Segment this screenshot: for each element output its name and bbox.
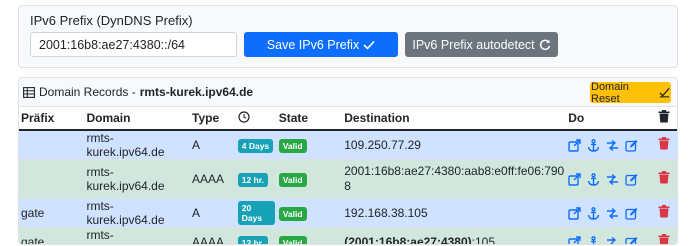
records-header: Domain Records - rmts-kurek.ipv64.de Dom… xyxy=(19,78,677,107)
share-icon[interactable] xyxy=(606,173,619,186)
save-prefix-label: Save IPv6 Prefix xyxy=(266,37,360,52)
row-destination: (2001:16b8:ae27:4380):105 xyxy=(342,227,567,245)
edit-icon[interactable] xyxy=(625,207,638,220)
state-badge: Valid xyxy=(278,138,307,153)
clock-icon xyxy=(238,110,250,123)
table-row: rmts-kurek.ipv64.de AAAA 12 hr. Valid 20… xyxy=(19,159,677,199)
state-badge: Valid xyxy=(278,172,307,187)
row-actions xyxy=(568,235,654,244)
row-destination: 109.250.77.29 xyxy=(342,129,567,160)
table-row: gate rmts-kurek.ipv64.de A 20 Days Valid… xyxy=(19,198,677,228)
autodetect-prefix-label: IPv6 Prefix autodetect xyxy=(412,37,535,52)
records-title: Domain Records - rmts-kurek.ipv64.de xyxy=(23,85,253,99)
records-title-prefix: Domain Records - xyxy=(39,85,136,99)
external-link-icon[interactable] xyxy=(568,172,581,186)
anchor-icon[interactable] xyxy=(587,138,600,152)
state-badge: Valid xyxy=(278,235,307,244)
table-header-row: Präfix Domain Type State Destination Do xyxy=(19,107,677,131)
row-prefix: gate xyxy=(19,227,85,244)
col-type: Type xyxy=(190,107,236,131)
delete-button[interactable] xyxy=(658,171,670,187)
table-row: gate rmts-kurek.ipv64.de AAAA 12 hr. Val… xyxy=(19,227,677,245)
trash-icon xyxy=(658,234,670,244)
check-icon xyxy=(363,40,375,50)
row-actions xyxy=(568,206,654,220)
row-type: AAAA xyxy=(190,159,236,199)
prefix-card: IPv6 Prefix (DynDNS Prefix) Save IPv6 Pr… xyxy=(18,5,678,68)
share-icon[interactable] xyxy=(606,236,619,244)
table-row: rmts-kurek.ipv64.de A 4 Days Valid 109.2… xyxy=(19,129,677,160)
row-prefix: gate xyxy=(19,198,85,228)
ttl-badge: 12 hr. xyxy=(237,172,268,187)
row-domain: rmts-kurek.ipv64.de xyxy=(84,159,190,199)
col-domain: Domain xyxy=(84,107,190,131)
save-prefix-button[interactable]: Save IPv6 Prefix xyxy=(244,32,398,57)
col-ttl xyxy=(235,107,277,131)
trash-icon xyxy=(658,110,670,123)
row-prefix xyxy=(19,129,85,160)
trash-icon xyxy=(658,171,670,184)
delete-button[interactable] xyxy=(658,234,670,244)
refresh-icon xyxy=(539,39,550,50)
row-destination: 2001:16b8:ae27:4380:aab8:e0ff:fe06:790 8 xyxy=(342,159,567,199)
col-prefix: Präfix xyxy=(19,107,85,131)
domain-records-card: Domain Records - rmts-kurek.ipv64.de Dom… xyxy=(18,77,678,245)
row-domain: rmts-kurek.ipv64.de xyxy=(84,198,190,228)
row-actions xyxy=(568,172,654,186)
destination-line-1: 2001:16b8:ae27:4380:aab8:e0ff:fe06:790 xyxy=(344,164,565,178)
row-type: A xyxy=(190,198,236,228)
ttl-badge: 4 Days xyxy=(237,138,274,153)
ttl-badge: 12 hr. xyxy=(237,235,268,244)
row-domain: rmts-kurek.ipv64.de xyxy=(84,129,190,160)
external-link-icon[interactable] xyxy=(568,206,581,220)
trash-icon xyxy=(658,137,670,150)
anchor-icon[interactable] xyxy=(587,206,600,220)
row-prefix xyxy=(19,159,85,199)
col-state: State xyxy=(276,107,343,131)
col-delete xyxy=(656,107,677,131)
anchor-icon[interactable] xyxy=(587,172,600,186)
prefix-input[interactable] xyxy=(30,32,237,57)
row-type: A xyxy=(190,129,236,160)
domain-reset-label: Domain Reset xyxy=(591,80,629,105)
col-do: Do xyxy=(566,107,657,131)
col-destination: Destination xyxy=(342,107,567,131)
row-destination: 192.168.38.105 xyxy=(342,198,567,228)
table-icon xyxy=(23,86,35,98)
trash-icon xyxy=(658,205,670,218)
destination-line-2: 8 xyxy=(344,179,351,193)
state-badge: Valid xyxy=(278,206,307,221)
share-icon[interactable] xyxy=(606,139,619,152)
autodetect-prefix-button[interactable]: IPv6 Prefix autodetect xyxy=(405,32,558,57)
ttl-badge: 20 Days xyxy=(237,201,275,225)
records-title-domain: rmts-kurek.ipv64.de xyxy=(139,85,254,99)
destination-prefix-part: (2001:16b8:ae27:4380) xyxy=(344,235,472,245)
delete-button[interactable] xyxy=(658,205,670,221)
row-actions xyxy=(568,138,654,152)
external-link-icon[interactable] xyxy=(568,235,581,244)
external-link-icon[interactable] xyxy=(568,138,581,152)
edit-icon[interactable] xyxy=(625,236,638,244)
reset-icon xyxy=(659,87,670,98)
edit-icon[interactable] xyxy=(625,173,638,186)
prefix-title: IPv6 Prefix (DynDNS Prefix) xyxy=(30,13,193,28)
anchor-icon[interactable] xyxy=(587,235,600,244)
row-domain: rmts-kurek.ipv64.de xyxy=(84,227,190,244)
row-type: AAAA xyxy=(190,227,236,244)
records-table: Präfix Domain Type State Destination Do xyxy=(19,107,677,245)
share-icon[interactable] xyxy=(606,207,619,220)
delete-button[interactable] xyxy=(658,137,670,153)
edit-icon[interactable] xyxy=(625,139,638,152)
domain-reset-button[interactable]: Domain Reset xyxy=(590,80,671,105)
destination-suffix-part: :105 xyxy=(471,235,496,245)
